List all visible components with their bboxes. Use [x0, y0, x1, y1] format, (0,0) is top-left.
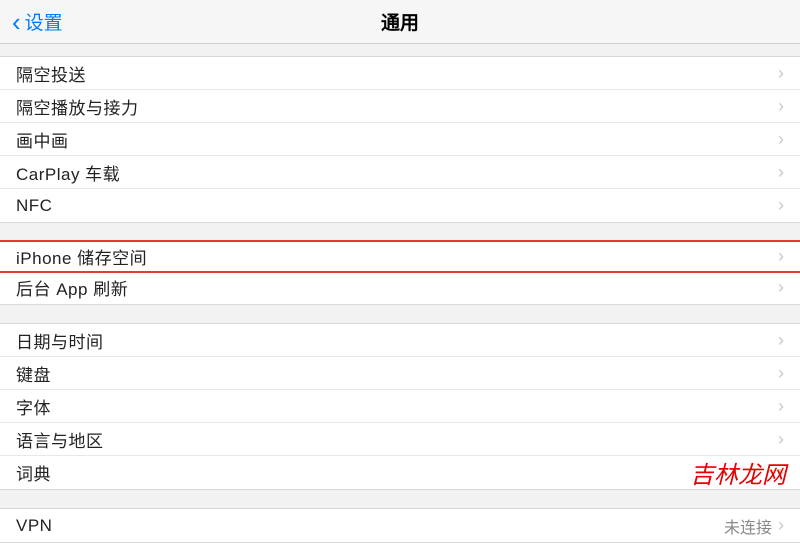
row-label: 隔空播放与接力	[16, 94, 139, 119]
row-right: ›	[778, 246, 784, 267]
row-right: ›	[778, 462, 784, 483]
chevron-right-icon: ›	[778, 96, 784, 117]
chevron-right-icon: ›	[778, 63, 784, 84]
row-label: iPhone 储存空间	[16, 244, 147, 269]
row-label: 字体	[16, 394, 51, 419]
row-label: NFC	[16, 196, 52, 216]
chevron-right-icon: ›	[778, 246, 784, 267]
settings-row[interactable]: iPhone 储存空间 ›	[0, 240, 800, 273]
settings-list: 隔空投送›隔空播放与接力›画中画›CarPlay 车载›NFC›iPhone 储…	[0, 44, 800, 543]
row-right: ›	[778, 162, 784, 183]
chevron-right-icon: ›	[778, 330, 784, 351]
row-label: 词典	[16, 460, 51, 485]
row-right: ›	[778, 330, 784, 351]
settings-row[interactable]: 字体 ›	[0, 390, 800, 423]
settings-row[interactable]: CarPlay 车载 ›	[0, 156, 800, 189]
row-value: 未连接	[724, 514, 772, 538]
chevron-right-icon: ›	[778, 396, 784, 417]
row-label: 日期与时间	[16, 328, 104, 353]
settings-group: VPN 未连接 ›	[0, 508, 800, 543]
settings-row[interactable]: 隔空投送 ›	[0, 57, 800, 90]
chevron-right-icon: ›	[778, 162, 784, 183]
row-right: 未连接 ›	[724, 514, 784, 538]
settings-row[interactable]: NFC ›	[0, 189, 800, 222]
row-right: ›	[778, 396, 784, 417]
row-right: ›	[778, 96, 784, 117]
chevron-right-icon: ›	[778, 515, 784, 536]
page-title: 通用	[381, 8, 419, 35]
settings-row[interactable]: 键盘 ›	[0, 357, 800, 390]
chevron-right-icon: ›	[778, 363, 784, 384]
row-label: 键盘	[16, 361, 51, 386]
settings-group: 隔空投送 › 隔空播放与接力 › 画中画 › CarPlay 车载 › NFC ›	[0, 56, 800, 223]
settings-row[interactable]: 词典 ›	[0, 456, 800, 489]
chevron-right-icon: ›	[778, 462, 784, 483]
chevron-right-icon: ›	[778, 429, 784, 450]
row-right: ›	[778, 429, 784, 450]
settings-row[interactable]: 画中画 ›	[0, 123, 800, 156]
chevron-right-icon: ›	[778, 129, 784, 150]
row-label: 画中画	[16, 127, 69, 152]
chevron-left-icon: ‹	[12, 9, 21, 35]
settings-row[interactable]: 隔空播放与接力 ›	[0, 90, 800, 123]
nav-header: ‹ 设置 通用	[0, 0, 800, 44]
row-right: ›	[778, 195, 784, 216]
settings-group: 日期与时间 › 键盘 › 字体 › 语言与地区 › 词典 ›	[0, 323, 800, 490]
row-right: ›	[778, 363, 784, 384]
row-label: 语言与地区	[16, 427, 104, 452]
row-label: 后台 App 刷新	[16, 275, 128, 300]
back-button[interactable]: ‹ 设置	[0, 8, 63, 35]
settings-row[interactable]: 后台 App 刷新 ›	[0, 271, 800, 304]
row-label: VPN	[16, 516, 52, 536]
row-right: ›	[778, 63, 784, 84]
settings-row[interactable]: 语言与地区 ›	[0, 423, 800, 456]
settings-row[interactable]: 日期与时间 ›	[0, 324, 800, 357]
row-right: ›	[778, 277, 784, 298]
row-right: ›	[778, 129, 784, 150]
chevron-right-icon: ›	[778, 195, 784, 216]
chevron-right-icon: ›	[778, 277, 784, 298]
back-label: 设置	[25, 8, 63, 35]
row-label: 隔空投送	[16, 61, 86, 86]
settings-row[interactable]: VPN 未连接 ›	[0, 509, 800, 542]
settings-group: iPhone 储存空间 › 后台 App 刷新 ›	[0, 241, 800, 305]
row-label: CarPlay 车载	[16, 160, 120, 185]
